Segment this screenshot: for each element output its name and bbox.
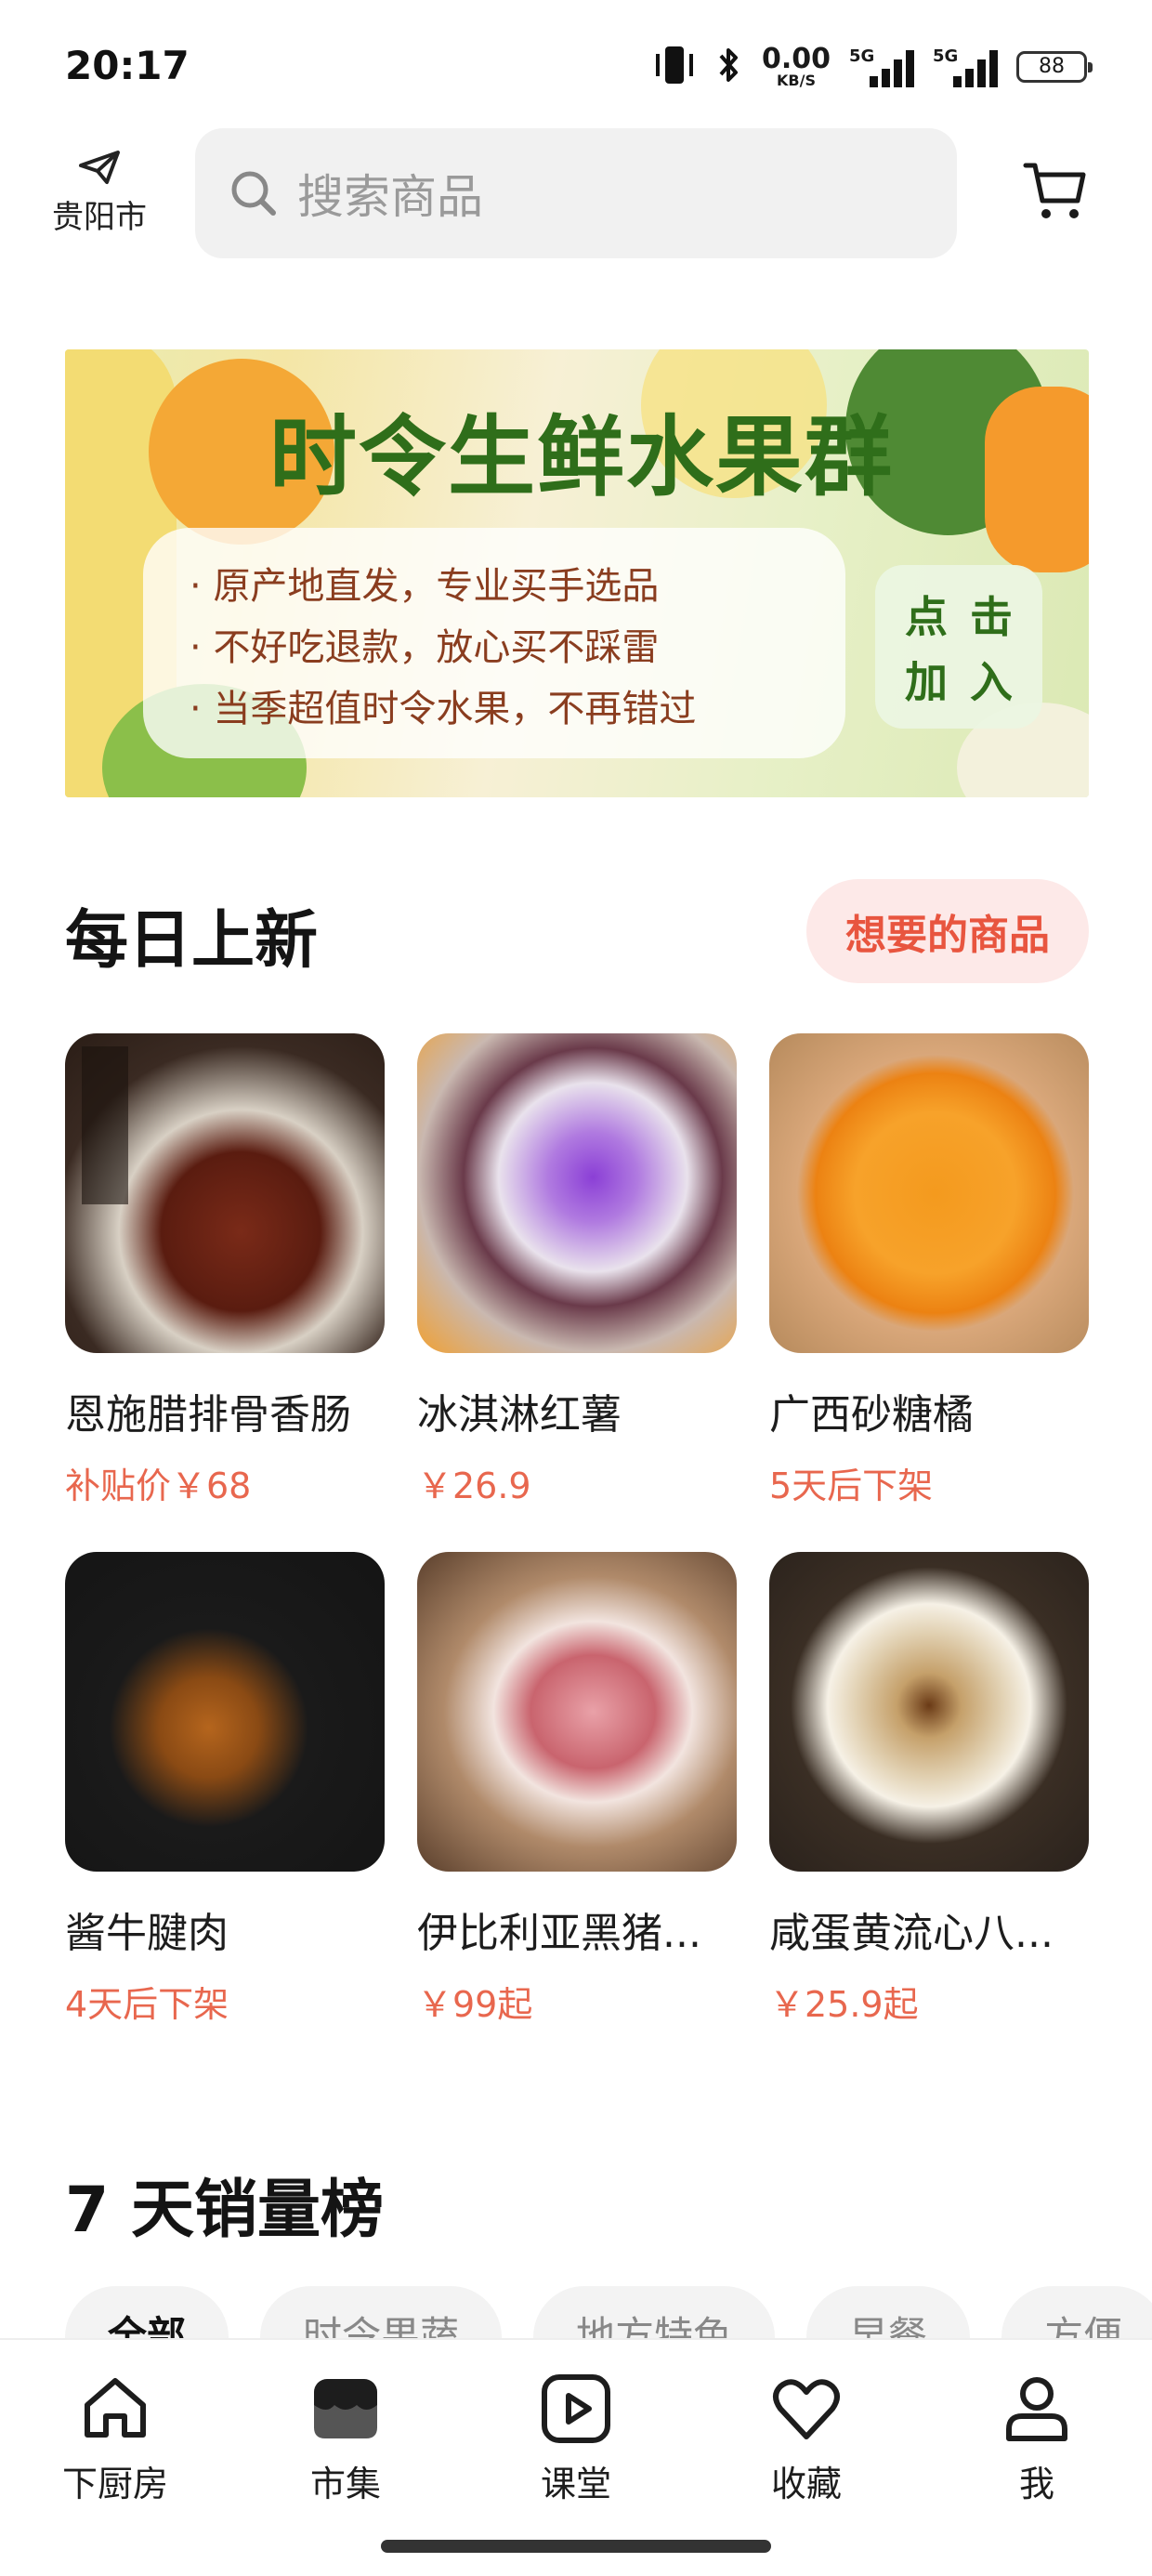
product-name: 恩施腊排骨香肠 xyxy=(65,1391,351,1439)
status-time: 20:17 xyxy=(65,43,190,88)
fruit-group-banner[interactable]: 时令生鲜水果群 原产地直发，专业买手选品 不好吃退款，放心买不踩雷 当季超值时令… xyxy=(65,349,1089,797)
market-icon xyxy=(314,2379,377,2438)
banner-title: 时令生鲜水果群 xyxy=(269,407,895,508)
product-card[interactable]: 咸蛋黄流心八... ￥25.9起 xyxy=(769,1552,1089,2027)
nav-market[interactable]: 市集 xyxy=(271,2372,420,2506)
daily-new-title: 每日上新 xyxy=(65,904,319,978)
bluetooth-icon xyxy=(715,45,743,89)
user-icon xyxy=(1006,2377,1067,2441)
banner-bullet: 当季超值时令水果，不再错过 xyxy=(190,678,845,740)
send-icon xyxy=(79,151,120,184)
nav-label: 市集 xyxy=(309,2464,381,2504)
banner-bullet: 原产地直发，专业买手选品 xyxy=(190,556,845,617)
product-name: 咸蛋黄流心八... xyxy=(769,1910,1054,1957)
location-label: 贵阳市 xyxy=(52,199,147,236)
join-button[interactable]: 点 击 加 入 xyxy=(875,565,1042,729)
product-card[interactable]: 广西砂糖橘 5天后下架 xyxy=(769,1033,1089,1508)
product-price: 5天后下架 xyxy=(769,1465,934,1506)
banner-bullet: 不好吃退款，放心买不踩雷 xyxy=(190,617,845,678)
product-image-pork xyxy=(417,1552,737,1872)
banner-card: 原产地直发，专业买手选品 不好吃退款，放心买不踩雷 当季超值时令水果，不再错过 xyxy=(143,528,845,758)
product-image-beef xyxy=(65,1552,385,1872)
product-card[interactable]: 伊比利亚黑猪... ￥99起 xyxy=(417,1552,737,2027)
ranking-title: 7 天销量榜 xyxy=(65,2174,384,2247)
home-indicator[interactable] xyxy=(381,2540,771,2553)
search-input[interactable]: 搜索商品 xyxy=(195,128,957,258)
net-speed: 0.00 KB/S xyxy=(761,43,831,89)
nav-label: 收藏 xyxy=(770,2464,842,2504)
product-name: 广西砂糖橘 xyxy=(769,1391,974,1439)
wanted-items-button[interactable]: 想要的商品 xyxy=(806,879,1089,983)
header: 贵阳市 搜索商品 xyxy=(0,128,1152,260)
product-image-sausage xyxy=(65,1033,385,1353)
product-image-rice-cake xyxy=(769,1552,1089,1872)
product-image-sweet-potato xyxy=(417,1033,737,1353)
product-price: 4天后下架 xyxy=(65,1984,229,2025)
product-name: 冰淇淋红薯 xyxy=(417,1391,622,1439)
product-price: ￥26.9 xyxy=(417,1465,531,1506)
product-price: ￥99起 xyxy=(417,1984,533,2025)
vibrate-icon xyxy=(652,45,697,89)
battery-icon: 88 xyxy=(1016,51,1093,83)
search-icon xyxy=(231,171,276,216)
status-icons: 0.00 KB/S 5G 5G 88 xyxy=(652,43,1093,89)
product-name: 伊比利亚黑猪... xyxy=(417,1910,701,1957)
home-icon xyxy=(85,2378,146,2438)
signal-icon-2: 5G xyxy=(933,46,998,87)
cart-icon xyxy=(1023,163,1086,218)
nav-me[interactable]: 我 xyxy=(962,2372,1111,2506)
nav-label: 下厨房 xyxy=(61,2464,168,2504)
product-price: ￥25.9起 xyxy=(769,1984,919,2025)
play-icon xyxy=(542,2374,610,2443)
nav-favorites[interactable]: 收藏 xyxy=(732,2372,881,2506)
product-name: 酱牛腱肉 xyxy=(65,1910,229,1957)
cart-button[interactable] xyxy=(1022,160,1089,227)
nav-kitchen[interactable]: 下厨房 xyxy=(41,2372,190,2506)
product-image-tangerine xyxy=(769,1033,1089,1353)
location-selector[interactable]: 贵阳市 xyxy=(41,149,158,237)
product-card[interactable]: 冰淇淋红薯 ￥26.9 xyxy=(417,1033,737,1508)
signal-icon: 5G xyxy=(849,46,914,87)
product-card[interactable]: 酱牛腱肉 4天后下架 xyxy=(65,1552,385,2027)
heart-icon xyxy=(773,2379,840,2439)
status-bar: 20:17 0.00 KB/S 5G 5G 88 xyxy=(0,0,1152,130)
product-price: 补贴价￥68 xyxy=(65,1465,252,1506)
nav-classroom[interactable]: 课堂 xyxy=(502,2372,650,2506)
product-card[interactable]: 恩施腊排骨香肠 补贴价￥68 xyxy=(65,1033,385,1508)
nav-label: 课堂 xyxy=(540,2464,611,2504)
search-placeholder: 搜索商品 xyxy=(297,170,483,224)
nav-label: 我 xyxy=(1018,2464,1054,2504)
